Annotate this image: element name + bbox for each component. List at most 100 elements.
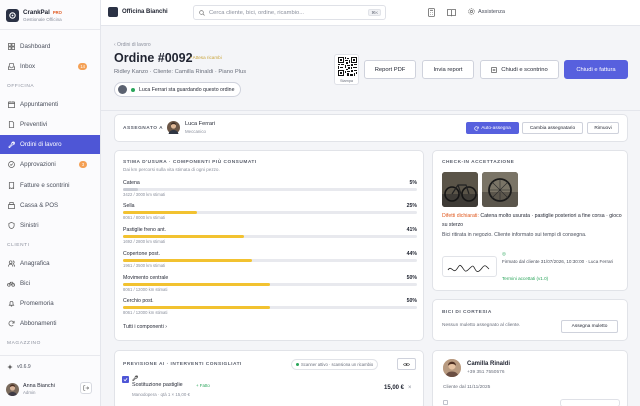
nav-label: Ordini di lavoro bbox=[20, 141, 62, 148]
wear-bar bbox=[123, 283, 417, 286]
assignee-role: Meccanico bbox=[185, 129, 206, 134]
wear-bar bbox=[123, 235, 417, 238]
shop-switcher[interactable]: Officina Bianchi bbox=[108, 7, 168, 17]
search-icon bbox=[199, 9, 205, 16]
wear-bar-fill bbox=[123, 306, 270, 309]
nav-label: Appuntamenti bbox=[20, 101, 59, 108]
assign-courtesy-button[interactable]: Assegna muletto bbox=[561, 320, 618, 333]
wear-bar bbox=[123, 211, 417, 214]
register-icon bbox=[7, 202, 15, 210]
customer-action-button[interactable] bbox=[560, 399, 620, 406]
send-report-button[interactable]: Invia report bbox=[422, 60, 474, 79]
component-row: Movimento centrale 50% 8061 / 12000 km s… bbox=[123, 275, 417, 297]
search-placeholder: Cerca cliente, bici, ordine, ricambio... bbox=[209, 9, 305, 16]
button-label: Chiudi e scontrino bbox=[501, 66, 548, 73]
component-name: Movimento centrale bbox=[123, 275, 169, 281]
nav-item-promemoria[interactable]: Promemoria bbox=[0, 294, 100, 313]
nav-item-sinistri[interactable]: Sinistri bbox=[0, 216, 100, 235]
wear-heading: STIMA D'USURA · COMPONENTI PIÙ CONSUMATI bbox=[123, 160, 257, 165]
nav-item-cassa[interactable]: Cassa & POS bbox=[0, 196, 100, 215]
bike-photo[interactable] bbox=[442, 172, 478, 207]
logout-button[interactable] bbox=[80, 382, 92, 394]
breadcrumb[interactable]: ‹ Ordini di lavoro bbox=[114, 42, 151, 48]
terms-accepted: Termini accettati (v1.0) bbox=[502, 276, 548, 281]
button-label: Auto-assegna bbox=[481, 125, 511, 131]
eye-icon bbox=[403, 362, 410, 367]
bike-icon bbox=[7, 280, 15, 288]
done-tag: + Fatto bbox=[196, 383, 210, 388]
signature-info: ◎ Firmato dal cliente 31/07/2026, 10:30:… bbox=[502, 250, 622, 266]
book-icon[interactable] bbox=[447, 8, 456, 17]
close-invoice-button[interactable]: Chiudi e fattura bbox=[564, 60, 628, 79]
version-info: v0.6.9 bbox=[7, 364, 31, 370]
users-icon bbox=[7, 260, 15, 268]
customer-checkbox[interactable] bbox=[443, 400, 448, 405]
remove-assignee-button[interactable]: Rimuovi bbox=[587, 122, 619, 134]
auto-assign-button[interactable]: Auto-assegna bbox=[466, 122, 519, 134]
intervention-checkbox[interactable] bbox=[122, 376, 129, 383]
receipt-icon bbox=[7, 182, 15, 190]
online-dot-icon bbox=[131, 87, 135, 92]
report-pdf-button[interactable]: Report PDF bbox=[364, 60, 416, 79]
calculator-icon[interactable] bbox=[427, 8, 436, 17]
user-profile[interactable]: Anna Bianchi Admin bbox=[6, 378, 98, 400]
nav-label: Preventivi bbox=[20, 121, 48, 128]
component-row: Cerchio post. 50% 8061 / 12000 km stimat… bbox=[123, 298, 417, 320]
wear-bar-fill bbox=[123, 259, 253, 262]
scan-toggle-button[interactable] bbox=[397, 358, 416, 370]
check-circle-icon bbox=[7, 161, 15, 169]
all-components-link[interactable]: Tutti i componenti › bbox=[123, 324, 167, 330]
page-title: Ordine #0092 bbox=[114, 51, 193, 65]
component-row: Sella 25% 8061 / 8000 km stimati bbox=[123, 203, 417, 225]
avatar bbox=[6, 382, 19, 396]
edition-badge: PRO bbox=[52, 9, 62, 15]
signed-text: Firmato dal cliente 31/07/2026, 10:30:00… bbox=[502, 259, 614, 264]
customer-avatar bbox=[443, 359, 461, 377]
search-input[interactable]: Cerca cliente, bici, ordine, ricambio...… bbox=[193, 5, 386, 20]
defects-label: Difetti dichiarati: bbox=[442, 213, 479, 219]
scanner-text: Scanner attivo · scansiona un ricambio bbox=[301, 362, 374, 367]
app-name: CrankPal bbox=[23, 8, 50, 16]
nav-item-ordini-di-lavoro[interactable]: Ordini di lavoro bbox=[0, 135, 100, 154]
assignee-heading: ASSEGNATO A bbox=[123, 126, 164, 131]
shop-name: Officina Bianchi bbox=[122, 9, 168, 15]
inbox-icon bbox=[7, 63, 15, 71]
nav-item-dashboard[interactable]: Dashboard bbox=[0, 37, 100, 56]
wear-bar bbox=[123, 259, 417, 262]
prediction-heading: PREVISIONE AI · INTERVENTI CONSIGLIATI bbox=[123, 362, 242, 367]
avatar bbox=[167, 121, 180, 134]
nav-item-abbonamenti[interactable]: Abbonamenti bbox=[0, 314, 100, 333]
shop-logo-icon bbox=[108, 7, 118, 17]
nav-item-appuntamenti[interactable]: Appuntamenti bbox=[0, 95, 100, 114]
customer-phone[interactable]: +39 351 7550576 bbox=[467, 370, 504, 375]
wear-bar bbox=[123, 306, 417, 309]
receipt-icon bbox=[491, 66, 497, 73]
change-assignee-button[interactable]: Cambia assegnatario bbox=[522, 122, 583, 134]
brand[interactable]: CrankPal PRO Gestionale Officina bbox=[6, 4, 98, 26]
print-qr-button[interactable]: Stampa bbox=[334, 54, 359, 85]
nav-label: Cassa & POS bbox=[20, 202, 59, 209]
nav-item-preventivi[interactable]: Preventivi bbox=[0, 115, 100, 134]
assist-button[interactable]: Assistenza bbox=[468, 8, 505, 15]
terms-text: Termini accettati (v1.0) bbox=[502, 276, 549, 281]
remove-intervention-button[interactable]: × bbox=[408, 385, 412, 391]
nav-item-inbox[interactable]: Inbox 14 bbox=[0, 57, 100, 76]
component-km: 8061 / 12000 km stimati bbox=[123, 310, 168, 315]
nav-label: Promemoria bbox=[20, 300, 54, 307]
nav-item-bici[interactable]: Bici bbox=[0, 274, 100, 293]
wrench-icon bbox=[7, 141, 15, 149]
sidebar: CrankPal PRO Gestionale Officina Dashboar… bbox=[0, 0, 101, 406]
nav-label: Sinistri bbox=[20, 222, 39, 229]
user-name: Anna Bianchi bbox=[23, 383, 55, 389]
customer-name[interactable]: Camilla Rinaldi bbox=[467, 361, 510, 367]
nav-item-anagrafica[interactable]: Anagrafica bbox=[0, 254, 100, 273]
nav-item-fatture[interactable]: Fatture e scontrini bbox=[0, 176, 100, 195]
nav-item-approvazioni[interactable]: Approvazioni 3 bbox=[0, 155, 100, 174]
bike-photo[interactable] bbox=[482, 172, 518, 207]
close-receipt-button[interactable]: Chiudi e scontrino bbox=[480, 60, 559, 79]
qr-code-icon bbox=[338, 57, 357, 76]
wrench-icon bbox=[132, 375, 138, 381]
component-name: Sella bbox=[123, 203, 135, 209]
section-label-clienti: CLIENTI bbox=[7, 243, 30, 248]
assist-label: Assistenza bbox=[478, 8, 506, 15]
